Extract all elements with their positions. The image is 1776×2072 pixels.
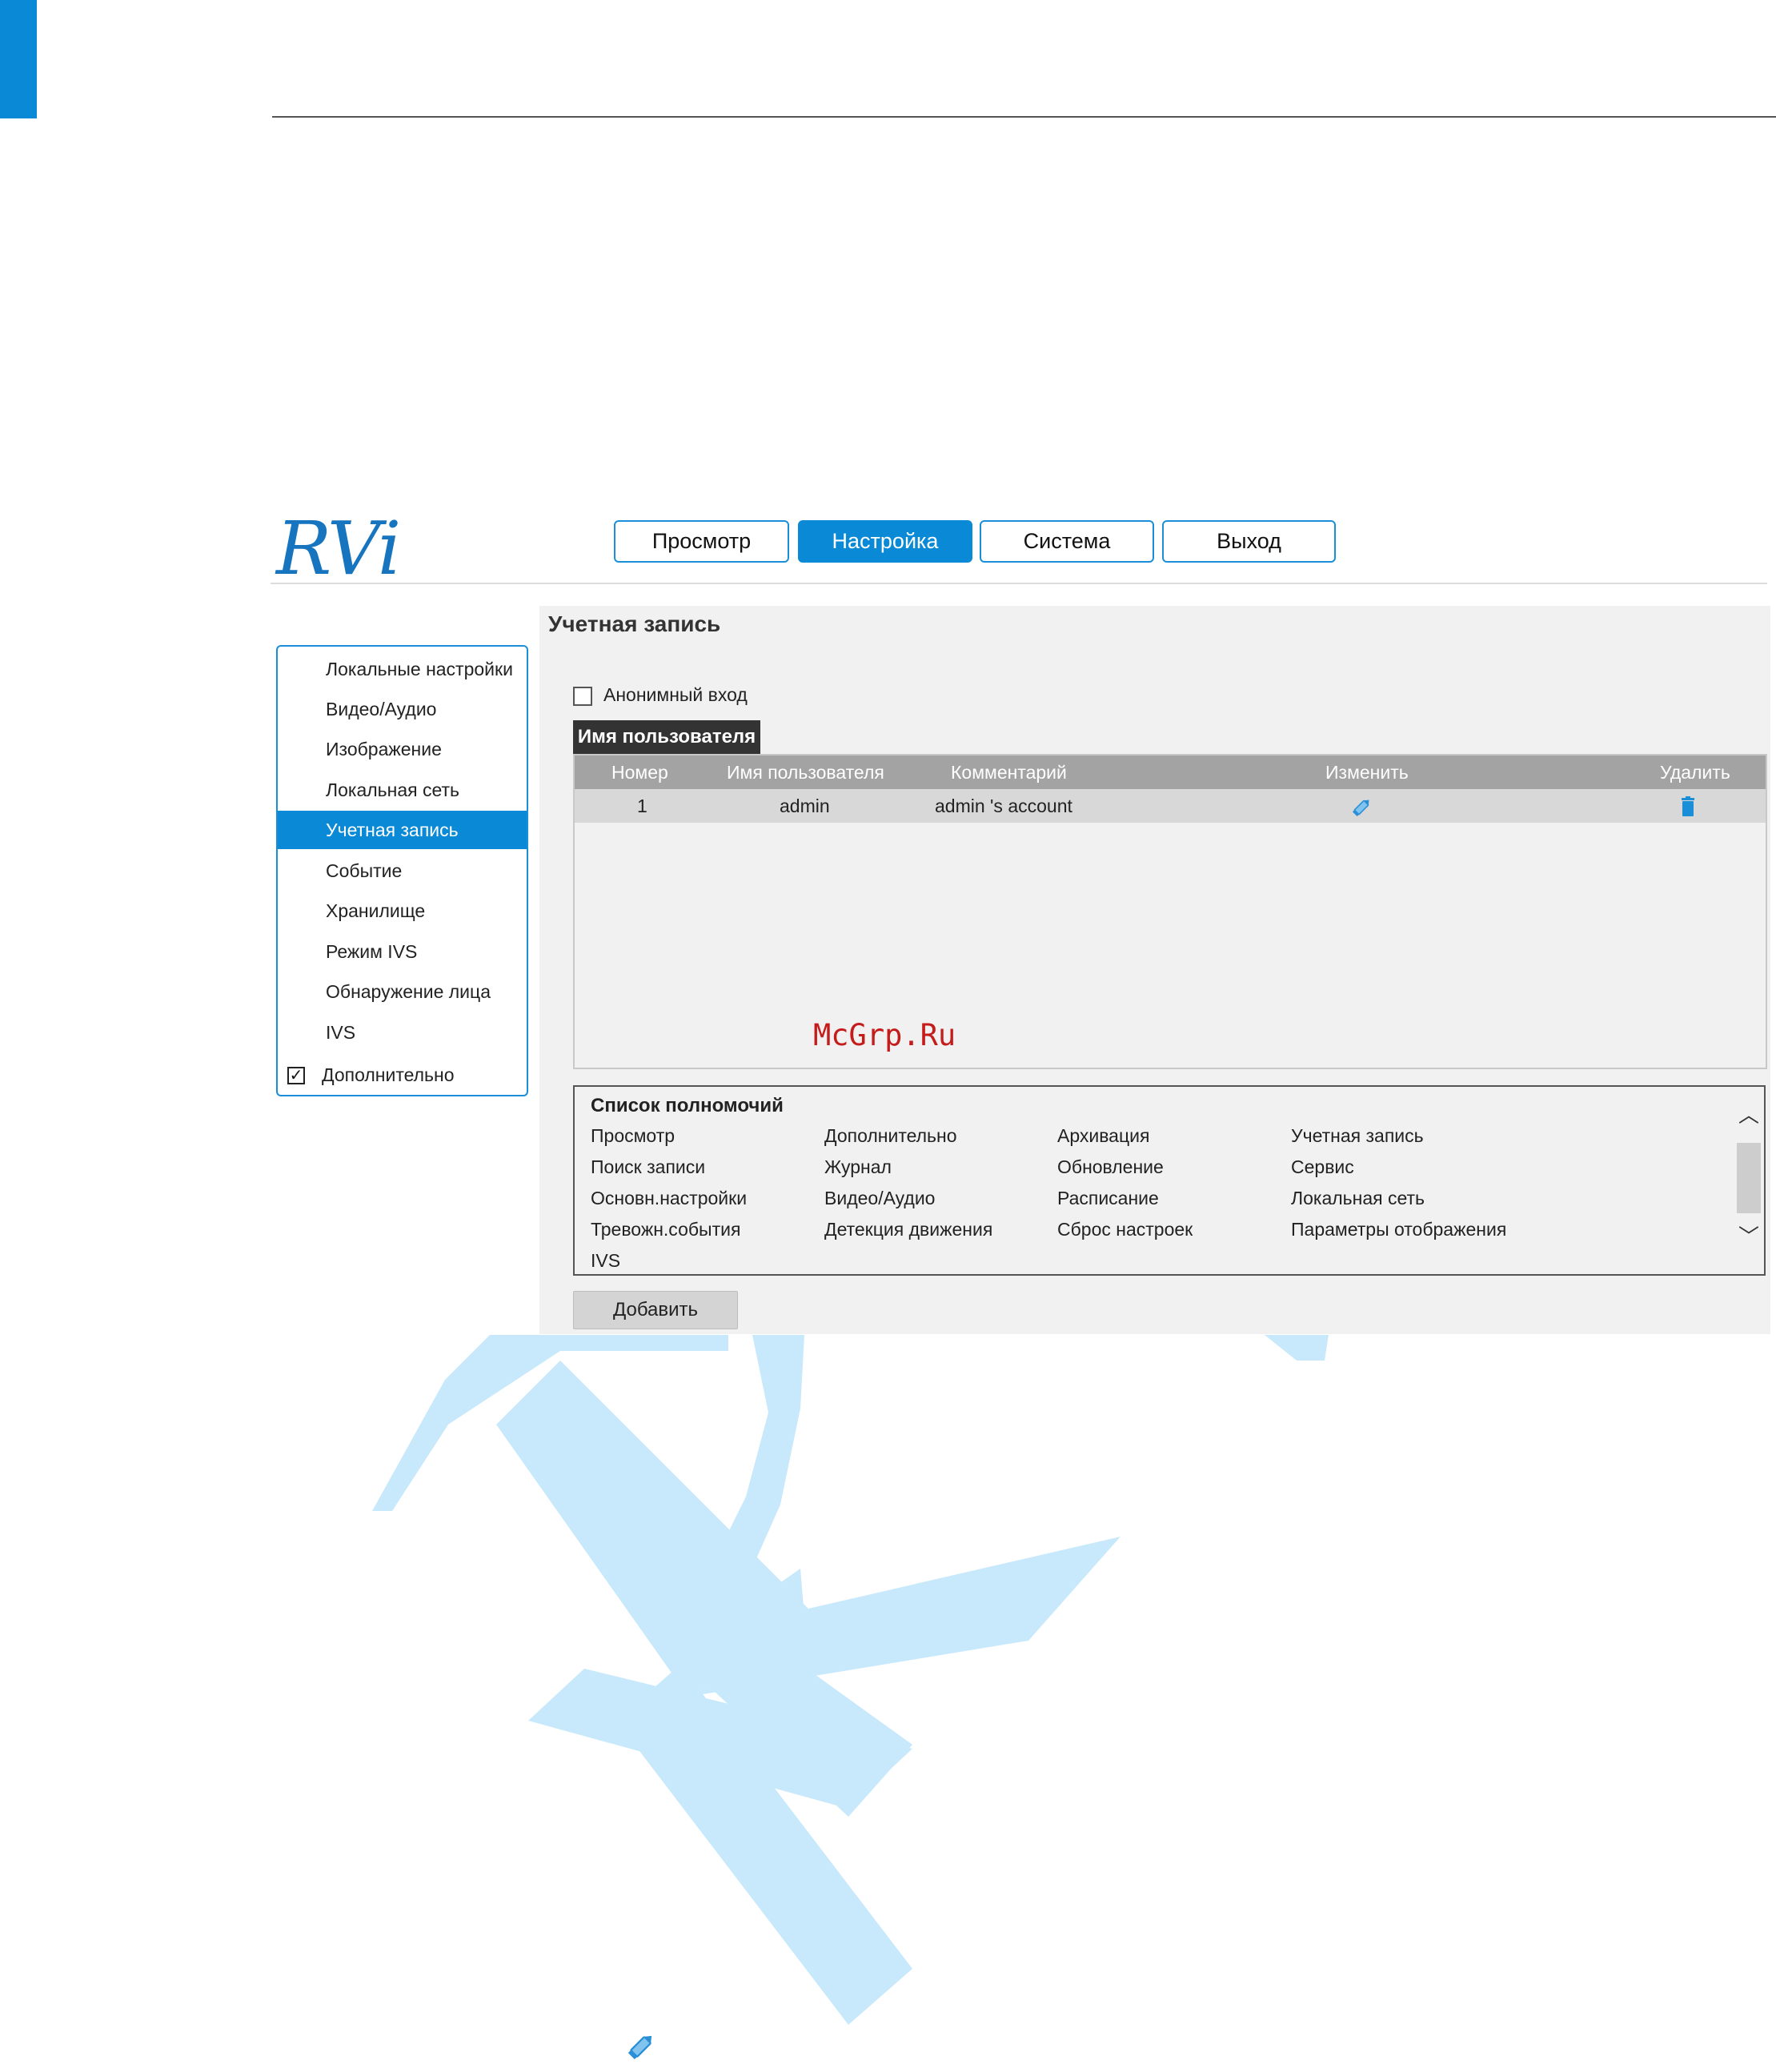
permissions-list: Список полномочий Просмотр Дополнительно… xyxy=(573,1085,1766,1276)
menu-item-ivs[interactable]: IVS xyxy=(278,1013,527,1052)
menu-item-ivs-mode[interactable]: Режим IVS xyxy=(278,932,527,971)
permission-item: Параметры отображения xyxy=(1291,1219,1507,1240)
page-edge-marker xyxy=(0,0,37,118)
menu-item-local-settings[interactable]: Локальные настройки xyxy=(278,650,527,688)
menu-item-event[interactable]: Событие xyxy=(278,852,527,890)
cell-number: 1 xyxy=(637,796,647,816)
menu-item-storage[interactable]: Хранилище xyxy=(278,892,527,930)
column-edit: Изменить xyxy=(1325,762,1409,783)
permission-item: Просмотр xyxy=(591,1125,676,1146)
permission-item: Расписание xyxy=(1057,1188,1159,1208)
table-row[interactable]: 1 admin admin 's account xyxy=(575,789,1766,823)
menu-item-face-detection[interactable]: Обнаружение лица xyxy=(278,972,527,1011)
tab-username[interactable]: Имя пользователя xyxy=(573,720,760,754)
permission-item: Тревожн.события xyxy=(591,1219,741,1240)
permission-item: Журнал xyxy=(824,1156,892,1177)
menu-item-advanced[interactable]: Дополнительно xyxy=(278,1056,527,1094)
permission-item: Локальная сеть xyxy=(1291,1188,1425,1208)
add-user-button[interactable]: Добавить xyxy=(573,1291,738,1329)
header-divider xyxy=(271,583,1767,584)
user-table: Номер Имя пользователя Комментарий Измен… xyxy=(573,754,1767,1069)
scroll-down-icon[interactable]: ﹀ xyxy=(1737,1224,1761,1248)
pencil-icon[interactable] xyxy=(1351,796,1373,818)
anonymous-login-checkbox[interactable] xyxy=(573,687,592,706)
permission-item: Детекция движения xyxy=(824,1219,993,1240)
permission-item: IVS xyxy=(591,1250,621,1271)
permission-item: Архивация xyxy=(1057,1125,1150,1146)
source-watermark-text: McGrp.Ru xyxy=(813,1018,956,1052)
nav-button-setup[interactable]: Настройка xyxy=(798,520,972,563)
permission-item: Поиск записи xyxy=(591,1156,706,1177)
scroll-up-icon[interactable]: ︿ xyxy=(1737,1103,1761,1127)
nav-button-preview[interactable]: Просмотр xyxy=(614,520,789,563)
permission-item: Сервис xyxy=(1291,1156,1354,1177)
permission-item: Обновление xyxy=(1057,1156,1164,1177)
menu-item-image[interactable]: Изображение xyxy=(278,730,527,768)
nav-button-system[interactable]: Система xyxy=(980,520,1154,563)
permission-item: Основн.настройки xyxy=(591,1188,748,1208)
column-delete: Удалить xyxy=(1660,762,1730,783)
cell-username: admin xyxy=(780,796,830,816)
scrollbar-thumb[interactable] xyxy=(1737,1143,1761,1213)
anonymous-login-label: Анонимный вход xyxy=(603,684,748,705)
rvi-logo: RVi xyxy=(276,506,401,591)
column-number: Номер xyxy=(611,762,668,783)
menu-item-network[interactable]: Локальная сеть xyxy=(278,771,527,809)
permission-item: Видео/Аудио xyxy=(824,1188,936,1208)
permission-item: Учетная запись xyxy=(1291,1125,1424,1146)
page-divider xyxy=(272,116,1776,118)
permission-item: Дополнительно xyxy=(824,1125,957,1146)
table-header: Номер Имя пользователя Комментарий Измен… xyxy=(575,755,1766,789)
menu-item-video-audio[interactable]: Видео/Аудио xyxy=(278,690,527,728)
permission-item: Сброс настроек xyxy=(1057,1219,1193,1240)
cell-comment: admin 's account xyxy=(935,796,1072,816)
pencil-icon xyxy=(627,2035,652,2060)
nav-button-logout[interactable]: Выход xyxy=(1162,520,1336,563)
column-comment: Комментарий xyxy=(951,762,1067,783)
settings-menu: Локальные настройки Видео/Аудио Изображе… xyxy=(276,645,528,1096)
page-title: Учетная запись xyxy=(548,611,721,636)
column-username: Имя пользователя xyxy=(727,762,884,783)
menu-item-account[interactable]: Учетная запись xyxy=(278,811,527,849)
permissions-title: Список полномочий xyxy=(591,1095,784,1116)
trash-icon[interactable] xyxy=(1679,796,1697,817)
